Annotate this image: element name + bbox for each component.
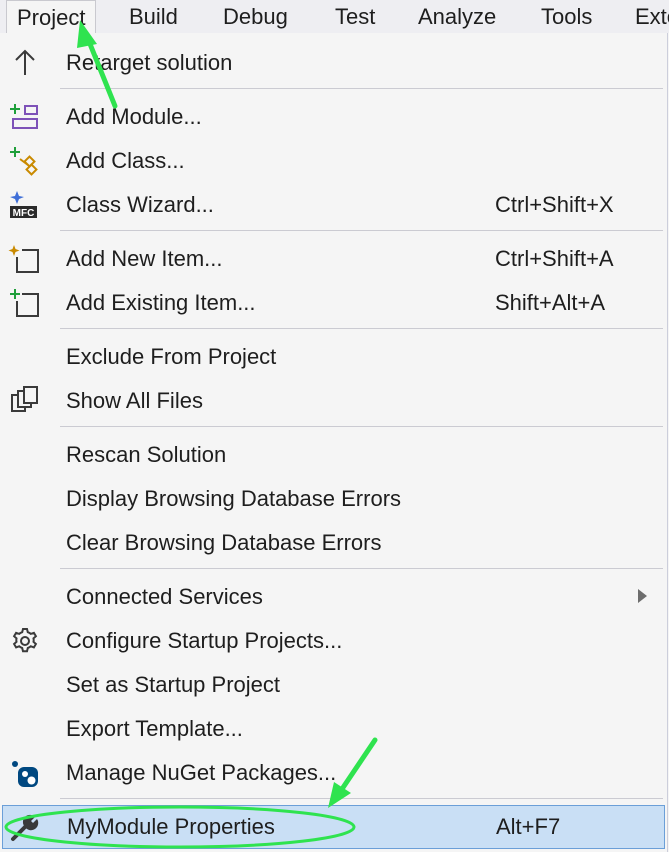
- submenu-arrow-icon: [638, 589, 647, 603]
- menu-item-add-module[interactable]: Add Module...: [0, 95, 666, 139]
- menu-bar: Project Build Debug Test Analyze Tools E…: [0, 0, 669, 33]
- menu-item-label: Add Class...: [66, 148, 185, 173]
- nuget-icon: [8, 757, 42, 789]
- menu-separator: [60, 798, 663, 799]
- menu-item-add-existing-item[interactable]: Add Existing Item... Shift+Alt+A: [0, 281, 666, 325]
- class-wizard-icon: MFC: [8, 189, 42, 221]
- gear-icon: [8, 625, 42, 657]
- add-existing-item-icon: [8, 287, 42, 319]
- menu-item-label: Exclude From Project: [66, 344, 277, 369]
- menu-debug[interactable]: Debug: [213, 0, 298, 33]
- menu-item-add-new-item[interactable]: Add New Item... Ctrl+Shift+A: [0, 237, 666, 281]
- menu-item-connected-services[interactable]: Connected Services: [0, 575, 666, 619]
- show-all-files-icon: [8, 385, 42, 417]
- menu-item-shortcut: Ctrl+Shift+A: [495, 246, 614, 271]
- menu-item-add-class[interactable]: Add Class...: [0, 139, 666, 183]
- menu-build[interactable]: Build: [119, 0, 188, 33]
- add-module-icon: [8, 101, 42, 133]
- menu-item-label: Configure Startup Projects...: [66, 628, 343, 653]
- class-wizard-icon-text: MFC: [13, 208, 35, 219]
- menu-item-label: Class Wizard...: [66, 192, 214, 217]
- menu-item-rescan-solution[interactable]: Rescan Solution: [0, 433, 666, 477]
- menu-item-label: Add Module...: [66, 104, 202, 129]
- add-class-icon: [8, 145, 42, 177]
- menu-item-export-template[interactable]: Export Template...: [0, 707, 666, 751]
- menu-item-label: Display Browsing Database Errors: [66, 486, 402, 511]
- menu-item-shortcut: Shift+Alt+A: [495, 290, 606, 315]
- menu-item-label: MyModule Properties: [67, 814, 275, 839]
- menu-item-manage-nuget-packages[interactable]: Manage NuGet Packages...: [0, 751, 666, 795]
- menu-item-label: Export Template...: [66, 716, 243, 741]
- menu-item-label: Rescan Solution: [66, 442, 227, 467]
- menu-project[interactable]: Project: [6, 0, 97, 33]
- menu-item-clear-browsing-database-errors[interactable]: Clear Browsing Database Errors: [0, 521, 666, 565]
- menu-item-exclude-from-project[interactable]: Exclude From Project: [0, 335, 666, 379]
- menu-item-shortcut: Alt+F7: [496, 814, 561, 839]
- menu-item-set-as-startup-project[interactable]: Set as Startup Project: [0, 663, 666, 707]
- menu-item-shortcut: Ctrl+Shift+X: [495, 192, 614, 217]
- menu-item-label: Retarget solution: [66, 50, 233, 75]
- menu-item-label: Show All Files: [66, 388, 203, 413]
- menu-item-label: Add New Item...: [66, 246, 223, 271]
- menu-analyze[interactable]: Analyze: [408, 0, 506, 33]
- menu-item-label: Manage NuGet Packages...: [66, 760, 337, 785]
- menu-item-show-all-files[interactable]: Show All Files: [0, 379, 666, 423]
- wrench-icon: [9, 811, 43, 843]
- menu-item-mymodule-properties[interactable]: MyModule Properties Alt+F7: [2, 805, 665, 849]
- menu-extensions[interactable]: Exte: [625, 0, 669, 33]
- project-menu-dropdown: Retarget solution Add Module... Add Clas…: [0, 33, 668, 852]
- menu-separator: [60, 426, 663, 427]
- up-arrow-icon: [8, 47, 42, 79]
- menu-tools[interactable]: Tools: [531, 0, 602, 33]
- menu-separator: [60, 328, 663, 329]
- menu-separator: [60, 230, 663, 231]
- menu-item-label: Clear Browsing Database Errors: [66, 530, 382, 555]
- menu-item-class-wizard[interactable]: MFC Class Wizard... Ctrl+Shift+X: [0, 183, 666, 227]
- menu-test[interactable]: Test: [325, 0, 385, 33]
- menu-item-label: Connected Services: [66, 584, 263, 609]
- menu-item-label: Add Existing Item...: [66, 290, 256, 315]
- menu-item-retarget-solution[interactable]: Retarget solution: [0, 41, 666, 85]
- menu-separator: [60, 568, 663, 569]
- menu-item-label: Set as Startup Project: [66, 672, 280, 697]
- menu-separator: [60, 88, 663, 89]
- menu-item-configure-startup-projects[interactable]: Configure Startup Projects...: [0, 619, 666, 663]
- menu-item-display-browsing-database-errors[interactable]: Display Browsing Database Errors: [0, 477, 666, 521]
- add-new-item-icon: [8, 243, 42, 275]
